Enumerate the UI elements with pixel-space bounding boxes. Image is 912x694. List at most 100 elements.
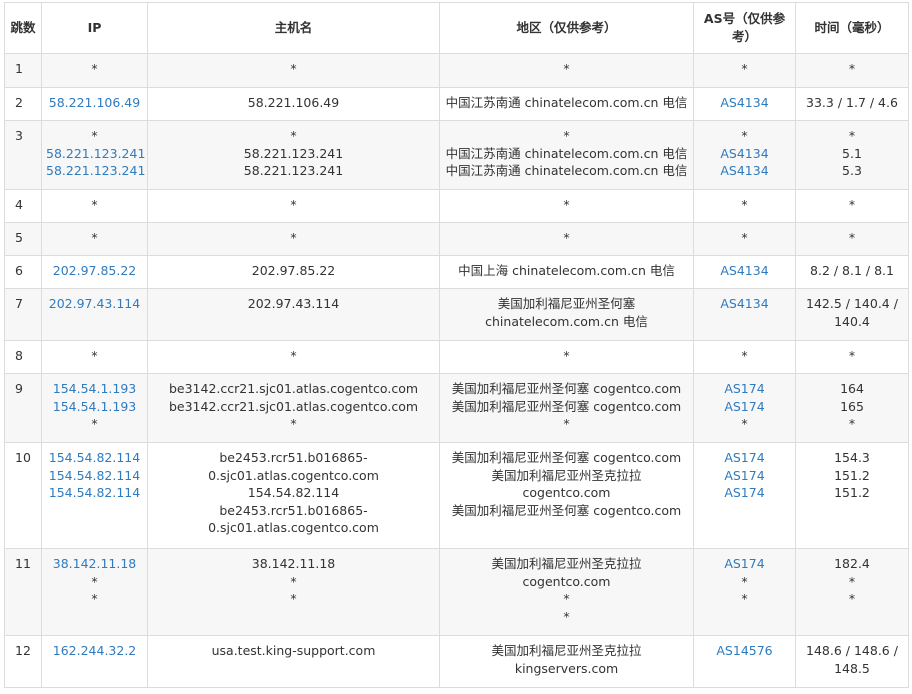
- table-row: 5 * * * * *: [4, 222, 909, 256]
- as-link[interactable]: AS174: [698, 555, 791, 573]
- ip-cell: * 58.221.123.241 58.221.123.241: [41, 120, 148, 190]
- time-text: *: [848, 591, 856, 607]
- ip-link[interactable]: 154.54.82.114: [46, 449, 143, 467]
- as-link[interactable]: AS14576: [698, 642, 791, 660]
- time-cell: *: [795, 340, 909, 374]
- region-cell: 中国江苏南通 chinatelecom.com.cn 电信: [439, 87, 694, 121]
- as-link[interactable]: AS4134: [698, 262, 791, 280]
- as-link[interactable]: AS174: [698, 449, 791, 467]
- hop-number: 1: [4, 53, 42, 88]
- as-link[interactable]: AS4134: [698, 145, 791, 163]
- time-cell: 148.6 / 148.6 / 148.5: [795, 635, 909, 688]
- ip-link[interactable]: 38.142.11.18: [46, 555, 143, 573]
- as-text: *: [741, 128, 748, 143]
- time-text: 151.2: [834, 467, 870, 483]
- time-text: *: [848, 573, 856, 589]
- as-link[interactable]: AS174: [698, 467, 791, 485]
- ip-link[interactable]: 202.97.85.22: [46, 262, 143, 280]
- hop-number: 10: [4, 442, 42, 549]
- region-text: 美国加利福尼亚州圣何塞 cogentco.com: [451, 381, 682, 396]
- hop-number: 8: [4, 340, 42, 374]
- time-cell: *: [795, 189, 909, 223]
- table-row: 12 162.244.32.2 usa.test.king-support.com 美…: [4, 635, 909, 688]
- as-cell: *: [693, 189, 796, 223]
- ip-text: *: [91, 230, 98, 245]
- ip-cell: *: [41, 53, 148, 88]
- hostname-text: *: [290, 416, 297, 432]
- as-text: *: [741, 197, 748, 212]
- region-text: *: [563, 591, 570, 607]
- ip-text: *: [91, 197, 98, 212]
- hostname-text: *: [290, 230, 297, 245]
- ip-link[interactable]: 58.221.106.49: [46, 94, 143, 112]
- header-hop: 跳数: [4, 2, 42, 54]
- region-cell: * 中国江苏南通 chinatelecom.com.cn 电信 中国江苏南通 chi…: [439, 120, 694, 190]
- region-text: *: [563, 416, 570, 432]
- as-cell: AS174 AS174 *: [693, 373, 796, 443]
- hostname-text: 0.sjc01.atlas.cogentco.com: [208, 467, 379, 483]
- as-link[interactable]: AS4134: [698, 295, 791, 313]
- time-cell: *: [795, 222, 909, 256]
- region-text: 中国江苏南通 chinatelecom.com.cn 电信: [445, 163, 688, 179]
- hop-number: 6: [4, 255, 42, 289]
- header-ip: IP: [41, 2, 148, 54]
- hop-number: 4: [4, 189, 42, 223]
- ip-link[interactable]: 202.97.43.114: [46, 295, 143, 313]
- ip-link[interactable]: 154.54.1.193: [46, 380, 143, 398]
- time-text: *: [848, 128, 856, 143]
- ip-text: *: [91, 128, 98, 143]
- header-hostname: 主机名: [147, 2, 440, 54]
- ip-cell: 162.244.32.2: [41, 635, 148, 688]
- as-text: *: [741, 416, 748, 432]
- hostname-cell: 202.97.85.22: [147, 255, 440, 289]
- as-text: *: [741, 348, 748, 363]
- region-text: kingservers.com: [514, 660, 619, 676]
- region-text: *: [563, 608, 570, 624]
- traceroute-table: 跳数 IP 主机名 地区（仅供参考） AS号（仅供参考） 时间（毫秒） 1 * * *…: [4, 2, 909, 688]
- region-cell: *: [439, 222, 694, 256]
- ip-link[interactable]: 58.221.123.241: [46, 145, 145, 163]
- ip-cell: 154.54.1.193 154.54.1.193 *: [41, 373, 148, 443]
- time-text: 151.2: [834, 485, 870, 501]
- ip-link[interactable]: 58.221.123.241: [46, 162, 145, 180]
- as-cell: *: [693, 53, 796, 88]
- table-row: 9 154.54.1.193 154.54.1.193 * be3142.ccr21.s…: [4, 373, 909, 443]
- as-text: *: [741, 591, 748, 607]
- as-cell: AS4134: [693, 288, 796, 341]
- ip-link[interactable]: 154.54.82.114: [46, 467, 143, 485]
- time-cell: 154.3 151.2 151.2: [795, 442, 909, 549]
- time-cell: 182.4 * *: [795, 548, 909, 636]
- region-cell: 美国加利福尼亚州圣何塞 cogentco.com 美国加利福尼亚州圣何塞 coge…: [439, 373, 694, 443]
- hostname-text: *: [290, 128, 297, 143]
- hostname-text: *: [290, 591, 297, 607]
- region-text: cogentco.com: [522, 485, 611, 501]
- as-link[interactable]: AS174: [698, 398, 791, 416]
- hop-number: 5: [4, 222, 42, 256]
- hostname-text: 202.97.43.114: [247, 296, 340, 311]
- as-link[interactable]: AS174: [698, 380, 791, 398]
- as-text: *: [741, 573, 748, 589]
- as-link[interactable]: AS4134: [698, 94, 791, 112]
- ip-link[interactable]: 154.54.82.114: [46, 484, 143, 502]
- ip-link[interactable]: 162.244.32.2: [46, 642, 143, 660]
- ip-text: *: [91, 573, 98, 589]
- ip-link[interactable]: 154.54.1.193: [46, 398, 143, 416]
- time-text: 142.5 / 140.4 /: [806, 296, 898, 311]
- as-link[interactable]: AS174: [698, 484, 791, 502]
- ip-cell: *: [41, 340, 148, 374]
- time-text: *: [848, 348, 856, 363]
- header-region: 地区（仅供参考）: [439, 2, 694, 54]
- region-cell: 美国加利福尼亚州圣克拉拉 cogentco.com * *: [439, 548, 694, 636]
- table-header-row: 跳数 IP 主机名 地区（仅供参考） AS号（仅供参考） 时间（毫秒）: [4, 2, 909, 54]
- time-text: 148.6 / 148.6 /: [806, 643, 898, 658]
- region-text: *: [563, 197, 570, 212]
- hostname-text: *: [290, 197, 297, 212]
- time-text: *: [848, 416, 856, 432]
- hostname-text: 58.221.123.241: [243, 163, 344, 179]
- table-row: 4 * * * * *: [4, 189, 909, 223]
- hop-number: 12: [4, 635, 42, 688]
- hostname-cell: be3142.ccr21.sjc01.atlas.cogentco.com be3…: [147, 373, 440, 443]
- time-text: 182.4: [834, 556, 870, 571]
- as-link[interactable]: AS4134: [698, 162, 791, 180]
- time-text: *: [848, 61, 856, 76]
